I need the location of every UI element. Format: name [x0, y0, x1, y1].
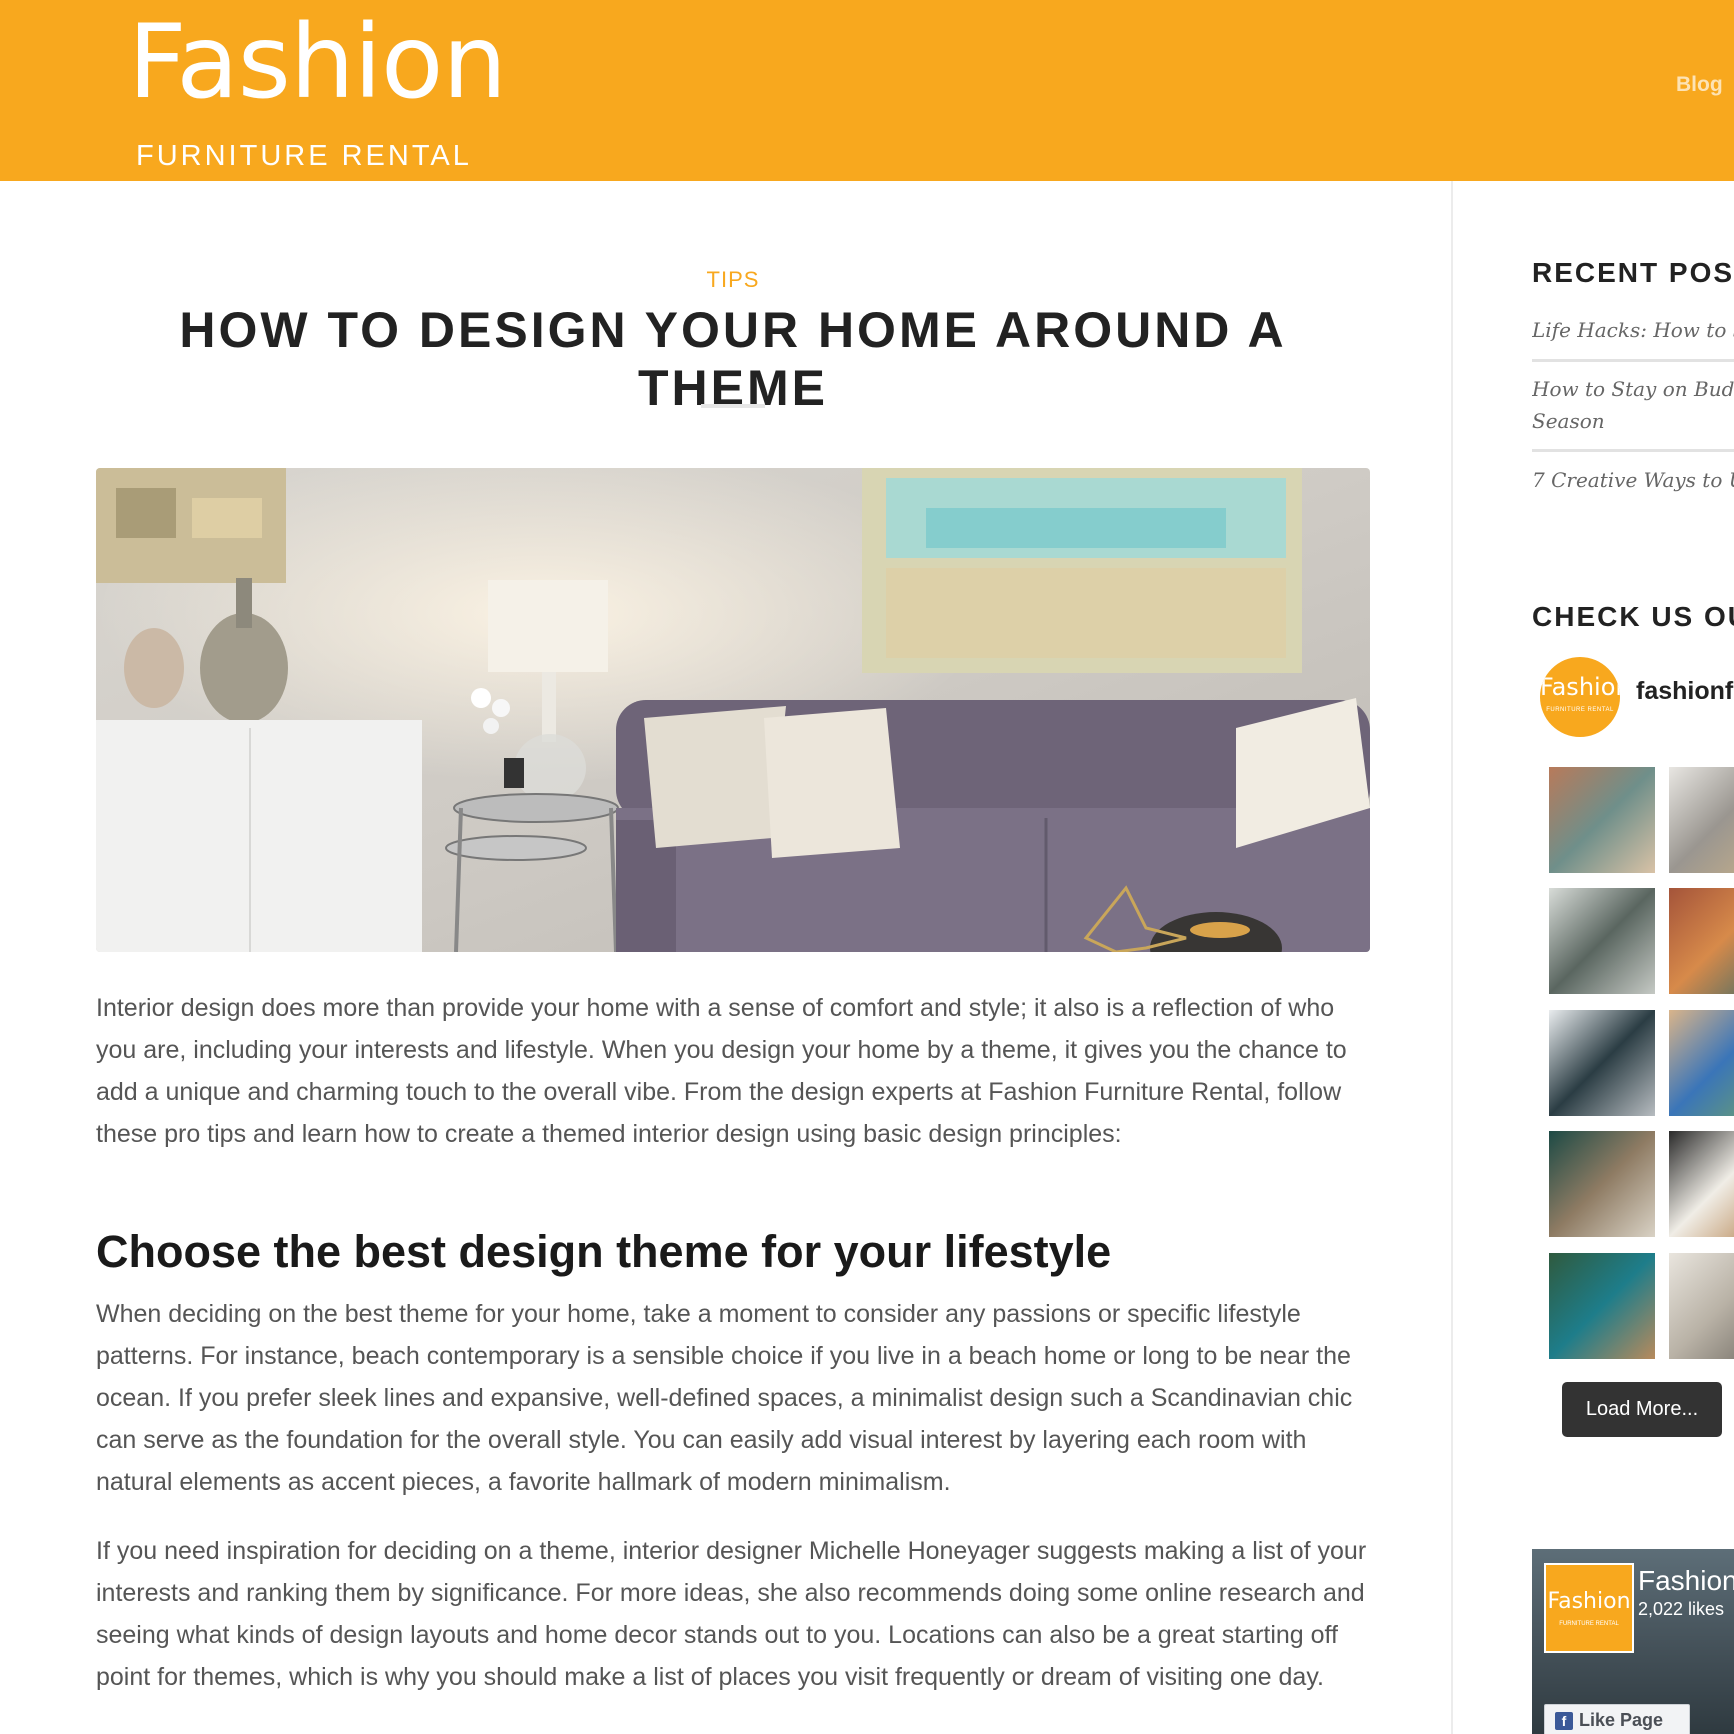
- instagram-handle[interactable]: fashionfu: [1636, 677, 1734, 706]
- article-paragraph-1: When deciding on the best theme for your…: [96, 1300, 1353, 1496]
- check-us-out-heading: CHECK US OUT: [1532, 601, 1734, 632]
- title-divider: [701, 404, 765, 408]
- recent-post-link-cont[interactable]: Season: [1532, 405, 1734, 437]
- article-paragraph-2: If you need inspiration for deciding on …: [96, 1537, 1367, 1691]
- logo-tagline: FURNITURE RENTAL: [136, 140, 472, 172]
- instagram-thumbnail[interactable]: [1549, 1131, 1655, 1237]
- fb-logo-tagline: FURNITURE RENTAL: [1559, 1621, 1619, 1627]
- section-heading: Choose the best design theme for your li…: [96, 1226, 1112, 1277]
- hero-image: [96, 468, 1370, 952]
- avatar-wordmark: Fashion: [1540, 673, 1620, 701]
- sidebar: RECENT POSTS Life Hacks: How to Spr How …: [1532, 181, 1734, 1734]
- sidebar-divider: [1451, 181, 1453, 1734]
- recent-post-link[interactable]: Life Hacks: How to Spr: [1532, 314, 1734, 346]
- fb-logo-wordmark: Fashion: [1547, 1589, 1631, 1614]
- instagram-thumbnail[interactable]: [1669, 767, 1734, 873]
- instagram-thumbnail[interactable]: [1669, 1253, 1734, 1359]
- article-category[interactable]: TIPS: [96, 267, 1370, 293]
- recent-post-divider: [1532, 359, 1734, 362]
- facebook-page-name[interactable]: Fashion: [1638, 1565, 1734, 1597]
- instagram-thumbnail[interactable]: [1669, 888, 1734, 994]
- instagram-avatar[interactable]: Fashion FURNITURE RENTAL: [1540, 657, 1620, 737]
- load-more-button[interactable]: Load More...: [1562, 1382, 1722, 1437]
- recent-post-link[interactable]: How to Stay on Budget: [1532, 373, 1734, 405]
- instagram-thumbnail[interactable]: [1549, 888, 1655, 994]
- recent-post-divider: [1532, 449, 1734, 452]
- instagram-thumbnail[interactable]: [1669, 1010, 1734, 1116]
- instagram-thumbnail[interactable]: [1669, 1131, 1734, 1237]
- facebook-like-button[interactable]: f Like Page: [1544, 1704, 1690, 1734]
- facebook-page-widget: Fashion FURNITURE RENTAL Fashion 2,022 l…: [1532, 1549, 1734, 1734]
- like-page-label: Like Page: [1579, 1710, 1664, 1730]
- facebook-like-count: 2,022 likes: [1638, 1599, 1725, 1619]
- nav-link-blog[interactable]: Blog: [1676, 73, 1723, 97]
- avatar-tagline: FURNITURE RENTAL: [1546, 707, 1614, 713]
- logo-wordmark: Fashion: [128, 3, 507, 122]
- instagram-thumbnail[interactable]: [1549, 1010, 1655, 1116]
- recent-post-link[interactable]: 7 Creative Ways to Use: [1532, 464, 1734, 496]
- recent-posts-heading: RECENT POSTS: [1532, 257, 1734, 288]
- living-room-illustration: [96, 468, 1370, 952]
- article-intro: Interior design does more than provide y…: [96, 994, 1347, 1148]
- site-header: Fashion FURNITURE RENTAL Blog: [0, 0, 1734, 181]
- article-title: HOW TO DESIGN YOUR HOME AROUND A THEME: [179, 302, 1287, 416]
- site-logo[interactable]: Fashion FURNITURE RENTAL: [128, 0, 507, 181]
- facebook-icon: f: [1555, 1712, 1573, 1731]
- instagram-thumbnail[interactable]: [1549, 1253, 1655, 1359]
- facebook-page-logo[interactable]: Fashion FURNITURE RENTAL: [1544, 1563, 1634, 1653]
- instagram-thumbnail[interactable]: [1549, 767, 1655, 873]
